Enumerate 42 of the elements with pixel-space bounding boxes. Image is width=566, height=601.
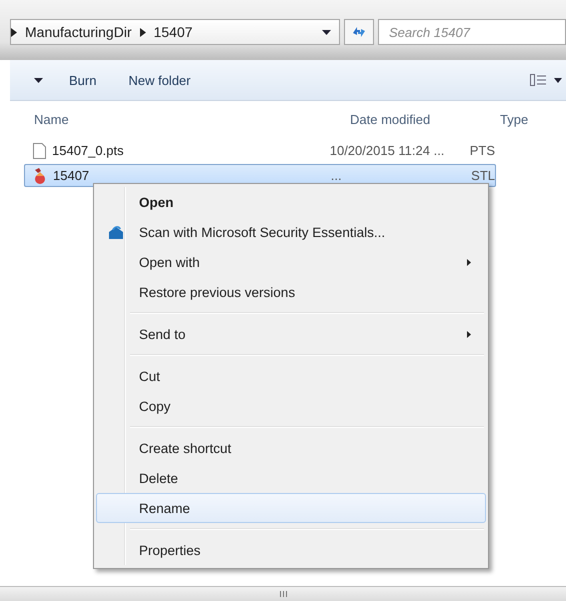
dropdown-icon[interactable] xyxy=(322,30,331,34)
breadcrumb[interactable]: ManufacturingDir xyxy=(25,24,132,40)
menu-item[interactable]: Restore previous versions xyxy=(96,277,486,307)
address-bar[interactable]: ManufacturingDir 15407 xyxy=(10,19,340,45)
toolbar-button[interactable]: New folder xyxy=(122,68,197,92)
menu-item[interactable]: Create shortcut xyxy=(96,433,486,463)
dropdown-icon[interactable] xyxy=(554,78,562,82)
house-icon xyxy=(108,225,124,239)
search-field[interactable]: Search 15407 xyxy=(378,19,566,45)
date-cell-text: 10/20/2015 11:24 ... xyxy=(330,143,446,158)
scroll-grip-icon xyxy=(280,591,286,597)
type-cell: STL xyxy=(471,168,495,183)
refresh-button[interactable] xyxy=(344,19,374,45)
chevron-icon xyxy=(140,28,146,36)
menu-item[interactable]: Delete xyxy=(96,463,486,493)
menu-item[interactable]: Scan with Microsoft Security Essentials... xyxy=(96,217,486,247)
toolbar-button[interactable]: Burn xyxy=(63,68,102,92)
breadcrumb[interactable]: 15407 xyxy=(154,24,193,40)
menu-item[interactable]: Open xyxy=(96,187,486,217)
column-header[interactable]: Name xyxy=(10,112,350,126)
file-name: 15407 xyxy=(53,168,90,183)
date-cell-text: ... xyxy=(330,168,343,183)
dropdown-icon[interactable] xyxy=(34,78,43,82)
refresh-icon xyxy=(351,25,367,39)
menu-item[interactable]: Open with xyxy=(96,247,486,277)
menu-item[interactable]: Properties xyxy=(96,535,486,565)
chevron-icon xyxy=(11,28,17,36)
submenu-arrow-icon xyxy=(467,258,471,266)
horizontal-scrollbar[interactable] xyxy=(0,586,566,601)
column-header[interactable]: Type xyxy=(500,112,566,126)
submenu-arrow-icon xyxy=(467,330,471,338)
model-file-icon xyxy=(33,168,47,184)
menu-item[interactable]: Copy xyxy=(96,391,486,421)
view-icon[interactable] xyxy=(530,74,546,86)
document-icon xyxy=(33,142,46,158)
type-cell: PTS xyxy=(470,143,495,158)
column-header[interactable]: Date modified xyxy=(350,112,500,126)
menu-item[interactable]: Send to xyxy=(96,319,486,349)
menu-item[interactable]: Cut xyxy=(96,361,486,391)
menu-item[interactable]: Rename xyxy=(96,493,486,523)
file-name: 15407_0.pts xyxy=(52,143,124,158)
file-row[interactable]: 15407_0.pts 10/20/2015 11:24 ... PTS xyxy=(24,139,496,162)
